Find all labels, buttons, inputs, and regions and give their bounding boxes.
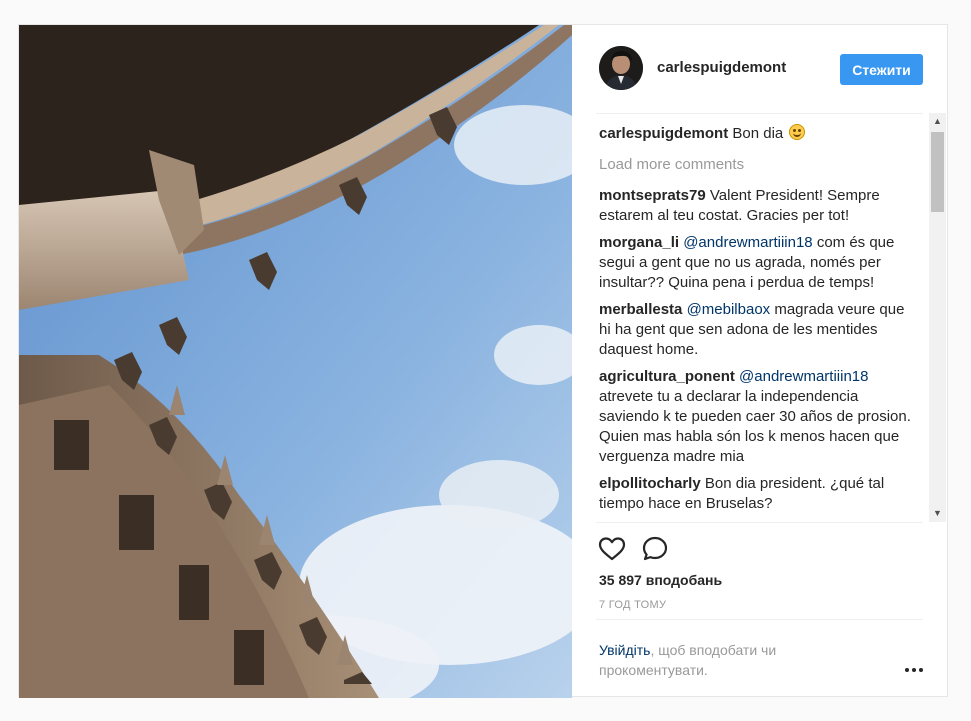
login-prompt: Увійдіть, щоб вподобати чи прокоментуват…	[599, 640, 839, 680]
comment-item: merballesta @mebilbaox magrada veure que…	[599, 300, 917, 360]
comments-list: carlespuigdemont Bon dia Load more comme…	[596, 114, 923, 522]
comment-mention[interactable]: @andrewmartiiin18	[683, 234, 812, 251]
smiling-face-icon	[789, 124, 806, 140]
caption-text: Bon dia	[732, 125, 784, 142]
post-photo	[19, 25, 572, 698]
post-actions: 35 897 вподобань 7 ГОД ТОМУ	[596, 522, 923, 620]
post-header: carlespuigdemont Стежити	[596, 25, 923, 114]
load-more-comments[interactable]: Load more comments	[599, 156, 744, 173]
post-timestamp[interactable]: 7 ГОД ТОМУ	[599, 599, 666, 611]
comment-item: elpollitocharly Bon dia president. ¿qué …	[599, 474, 917, 514]
comments-scrollbar[interactable]: ▲ ▼	[929, 113, 946, 522]
comment-username[interactable]: montseprats79	[599, 187, 706, 204]
comment-item: montseprats79 Valent President! Sempre e…	[599, 186, 917, 226]
follow-button[interactable]: Стежити	[840, 54, 923, 85]
author-username[interactable]: carlespuigdemont	[657, 59, 786, 76]
author-avatar[interactable]	[599, 46, 643, 90]
post-card: carlespuigdemont Стежити carlespuigdemon…	[18, 24, 948, 698]
scroll-thumb[interactable]	[931, 132, 944, 212]
caption-username[interactable]: carlespuigdemont	[599, 125, 728, 142]
likes-count[interactable]: 35 897 вподобань	[599, 572, 722, 588]
post-sidebar: carlespuigdemont Стежити carlespuigdemon…	[572, 25, 947, 696]
comment-username[interactable]: morgana_li	[599, 234, 679, 251]
scroll-up-arrow-icon[interactable]: ▲	[929, 113, 946, 130]
comment-item: agricultura_ponent @andrewmartiiin18 atr…	[599, 367, 917, 467]
comment-mention[interactable]: @andrewmartiiin18	[739, 368, 868, 385]
comment-item: morgana_li @andrewmartiiin18 com és que …	[599, 233, 917, 293]
comment-username[interactable]: merballesta	[599, 301, 682, 318]
comment-username[interactable]: elpollitocharly	[599, 475, 701, 492]
more-options-icon[interactable]	[905, 665, 923, 675]
comment-icon[interactable]	[640, 534, 670, 564]
heart-icon[interactable]	[597, 534, 627, 564]
comment-username[interactable]: agricultura_ponent	[599, 368, 735, 385]
caption: carlespuigdemont Bon dia	[599, 124, 917, 144]
courtyard-photo-illustration	[19, 25, 572, 698]
comment-mention[interactable]: @mebilbaox	[687, 301, 771, 318]
avatar-portrait	[599, 46, 643, 90]
login-link[interactable]: Увійдіть	[599, 642, 650, 658]
comment-text: atrevete tu a declarar la independencia …	[599, 388, 911, 465]
scroll-down-arrow-icon[interactable]: ▼	[929, 505, 946, 522]
